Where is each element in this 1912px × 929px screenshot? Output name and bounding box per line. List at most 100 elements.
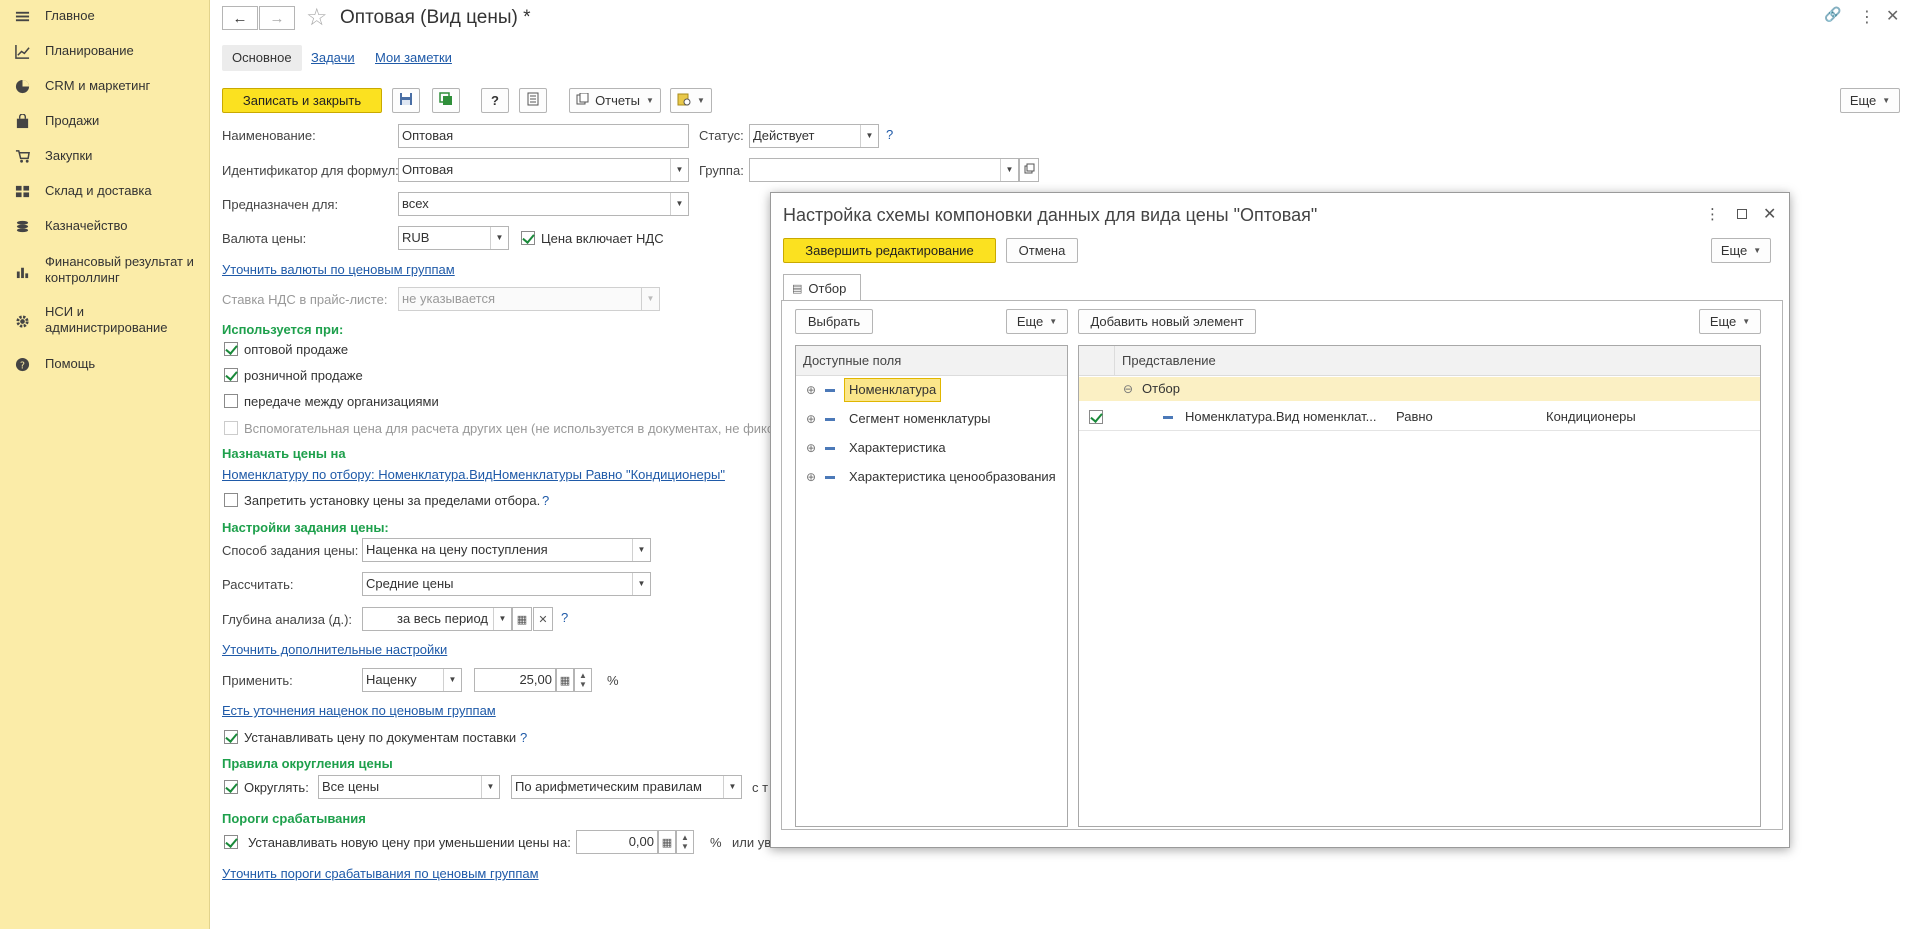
dialog-more-button[interactable]: Еще ▼: [1711, 238, 1771, 263]
back-button[interactable]: ←: [222, 6, 258, 30]
sidebar-item-sales[interactable]: Продажи: [0, 113, 210, 129]
wholesale-checkbox[interactable]: [224, 342, 238, 356]
select-button[interactable]: Выбрать: [795, 309, 873, 334]
currency-select[interactable]: RUB ▼: [398, 226, 509, 250]
currency-groups-link[interactable]: Уточнить валюты по ценовым группам: [222, 262, 455, 277]
more-button[interactable]: Еще ▼: [1840, 88, 1900, 113]
status-help-icon[interactable]: ?: [886, 127, 893, 142]
decrease-checkbox[interactable]: [224, 835, 238, 849]
depth-select[interactable]: за весь период ▼: [362, 607, 512, 631]
chevron-down-icon[interactable]: ▼: [490, 227, 508, 249]
sidebar-item-crm[interactable]: CRM и маркетинг: [0, 78, 210, 94]
reports-button[interactable]: Отчеты ▼: [569, 88, 661, 113]
tab-filter[interactable]: ▤ Отбор: [783, 274, 861, 301]
chevron-down-icon[interactable]: ▼: [632, 573, 650, 595]
open-group-button[interactable]: [1019, 158, 1039, 182]
name-input[interactable]: Оптовая: [398, 124, 689, 148]
chevron-down-icon[interactable]: ▼: [1000, 159, 1018, 181]
method-select[interactable]: Наценка на цену поступления ▼: [362, 538, 651, 562]
field-row[interactable]: ⊕ Характеристика: [796, 436, 1067, 460]
set-by-docs-help-icon[interactable]: ?: [520, 730, 527, 745]
calc-select[interactable]: Средние цены ▼: [362, 572, 651, 596]
sidebar-item-main[interactable]: Главное: [0, 8, 210, 24]
filter-group-row[interactable]: ⊖ Отбор: [1079, 377, 1760, 401]
save-button[interactable]: [392, 88, 420, 113]
sidebar-item-help[interactable]: ? Помощь: [0, 356, 210, 372]
field-row[interactable]: ⊕ Сегмент номенклатуры: [796, 407, 1067, 431]
sidebar-item-finance[interactable]: Финансовый результат и контроллинг: [0, 254, 210, 286]
vat-included-checkbox[interactable]: [521, 231, 535, 245]
cancel-button[interactable]: Отмена: [1006, 238, 1078, 263]
maximize-icon[interactable]: [1737, 209, 1747, 219]
finish-editing-button[interactable]: Завершить редактирование: [783, 238, 996, 263]
field-row[interactable]: ⊕ Номенклатура: [796, 378, 1067, 402]
formula-id-select[interactable]: Оптовая ▼: [398, 158, 689, 182]
post-button[interactable]: [432, 88, 460, 113]
assign-filter-link[interactable]: Номенклатуру по отбору: Номенклатура.Вид…: [222, 467, 725, 482]
depth-calendar-button[interactable]: ▦: [512, 607, 532, 631]
tab-tasks[interactable]: Задачи: [311, 45, 355, 71]
chevron-down-icon[interactable]: ▼: [670, 159, 688, 181]
condition-use-checkbox[interactable]: [1089, 410, 1103, 424]
decrease-calculator-button[interactable]: ▦: [658, 830, 676, 854]
forward-button[interactable]: →: [259, 6, 295, 30]
chevron-down-icon[interactable]: ▼: [723, 776, 741, 798]
link-icon[interactable]: 🔗: [1824, 6, 1841, 23]
close-icon[interactable]: ✕: [1886, 6, 1899, 26]
round-checkbox[interactable]: [224, 780, 238, 794]
tab-notes[interactable]: Мои заметки: [375, 45, 452, 71]
add-element-button[interactable]: Добавить новый элемент: [1078, 309, 1256, 334]
group-select[interactable]: ▼: [749, 158, 1019, 182]
depth-clear-button[interactable]: ✕: [533, 607, 553, 631]
star-icon[interactable]: ☆: [306, 3, 328, 32]
set-by-docs-checkbox[interactable]: [224, 730, 238, 744]
more-vertical-icon[interactable]: ⋮: [1705, 205, 1720, 223]
expand-plus-icon[interactable]: ⊕: [806, 378, 816, 402]
sidebar-item-treasury[interactable]: Казначейство: [0, 218, 210, 234]
left-more-button[interactable]: Еще ▼: [1006, 309, 1068, 334]
close-icon[interactable]: ✕: [1763, 204, 1776, 224]
field-row[interactable]: ⊕ Характеристика ценообразования: [796, 465, 1067, 489]
right-more-button[interactable]: Еще ▼: [1699, 309, 1761, 334]
round-select[interactable]: Все цены ▼: [318, 775, 500, 799]
print-button[interactable]: ▼: [670, 88, 712, 113]
chevron-down-icon[interactable]: ▼: [641, 288, 659, 310]
expand-plus-icon[interactable]: ⊕: [806, 436, 816, 460]
sidebar-item-planning[interactable]: Планирование: [0, 43, 210, 59]
sidebar-item-warehouse[interactable]: Склад и доставка: [0, 183, 210, 199]
calculator-button[interactable]: ▦: [556, 668, 574, 692]
expand-plus-icon[interactable]: ⊕: [806, 407, 816, 431]
chevron-down-icon[interactable]: ▼: [860, 125, 878, 147]
chevron-down-icon[interactable]: ▼: [443, 669, 461, 691]
chevron-down-icon[interactable]: ▼: [670, 193, 688, 215]
sidebar-item-purchases[interactable]: Закупки: [0, 148, 210, 164]
decrease-input[interactable]: 0,00: [576, 830, 658, 854]
intercompany-checkbox[interactable]: [224, 394, 238, 408]
amount-stepper[interactable]: ▲ ▼: [574, 668, 592, 692]
chevron-down-icon[interactable]: ▼: [632, 539, 650, 561]
thresholds-link[interactable]: Уточнить пороги срабатывания по ценовым …: [222, 866, 539, 881]
apply-amount-input[interactable]: 25,00: [474, 668, 556, 692]
expand-plus-icon[interactable]: ⊕: [806, 465, 816, 489]
markup-groups-link[interactable]: Есть уточнения наценок по ценовым группа…: [222, 703, 496, 718]
chevron-down-icon[interactable]: ▼: [493, 608, 511, 630]
vat-rate-select[interactable]: не указывается ▼: [398, 287, 660, 311]
save-close-button[interactable]: Записать и закрыть: [222, 88, 382, 113]
forbid-help-icon[interactable]: ?: [542, 493, 549, 508]
depth-help-icon[interactable]: ?: [561, 610, 568, 625]
round-rule-select[interactable]: По арифметическим правилам ▼: [511, 775, 742, 799]
filter-condition-row[interactable]: Номенклатура.Вид номенклат... Равно Конд…: [1079, 405, 1760, 429]
sidebar-item-admin[interactable]: НСИ и администрирование: [0, 304, 210, 336]
decrease-stepper[interactable]: ▲ ▼: [676, 830, 694, 854]
apply-select[interactable]: Наценку ▼: [362, 668, 462, 692]
collapse-minus-icon[interactable]: ⊖: [1123, 377, 1133, 401]
chevron-down-icon[interactable]: ▼: [481, 776, 499, 798]
tab-main[interactable]: Основное: [222, 45, 302, 71]
forbid-outside-checkbox[interactable]: [224, 493, 238, 507]
intended-select[interactable]: всех ▼: [398, 192, 689, 216]
status-select[interactable]: Действует ▼: [749, 124, 879, 148]
more-vertical-icon[interactable]: ⋮: [1859, 7, 1875, 27]
help-button[interactable]: ?: [481, 88, 509, 113]
extra-settings-link[interactable]: Уточнить дополнительные настройки: [222, 642, 447, 657]
retail-checkbox[interactable]: [224, 368, 238, 382]
